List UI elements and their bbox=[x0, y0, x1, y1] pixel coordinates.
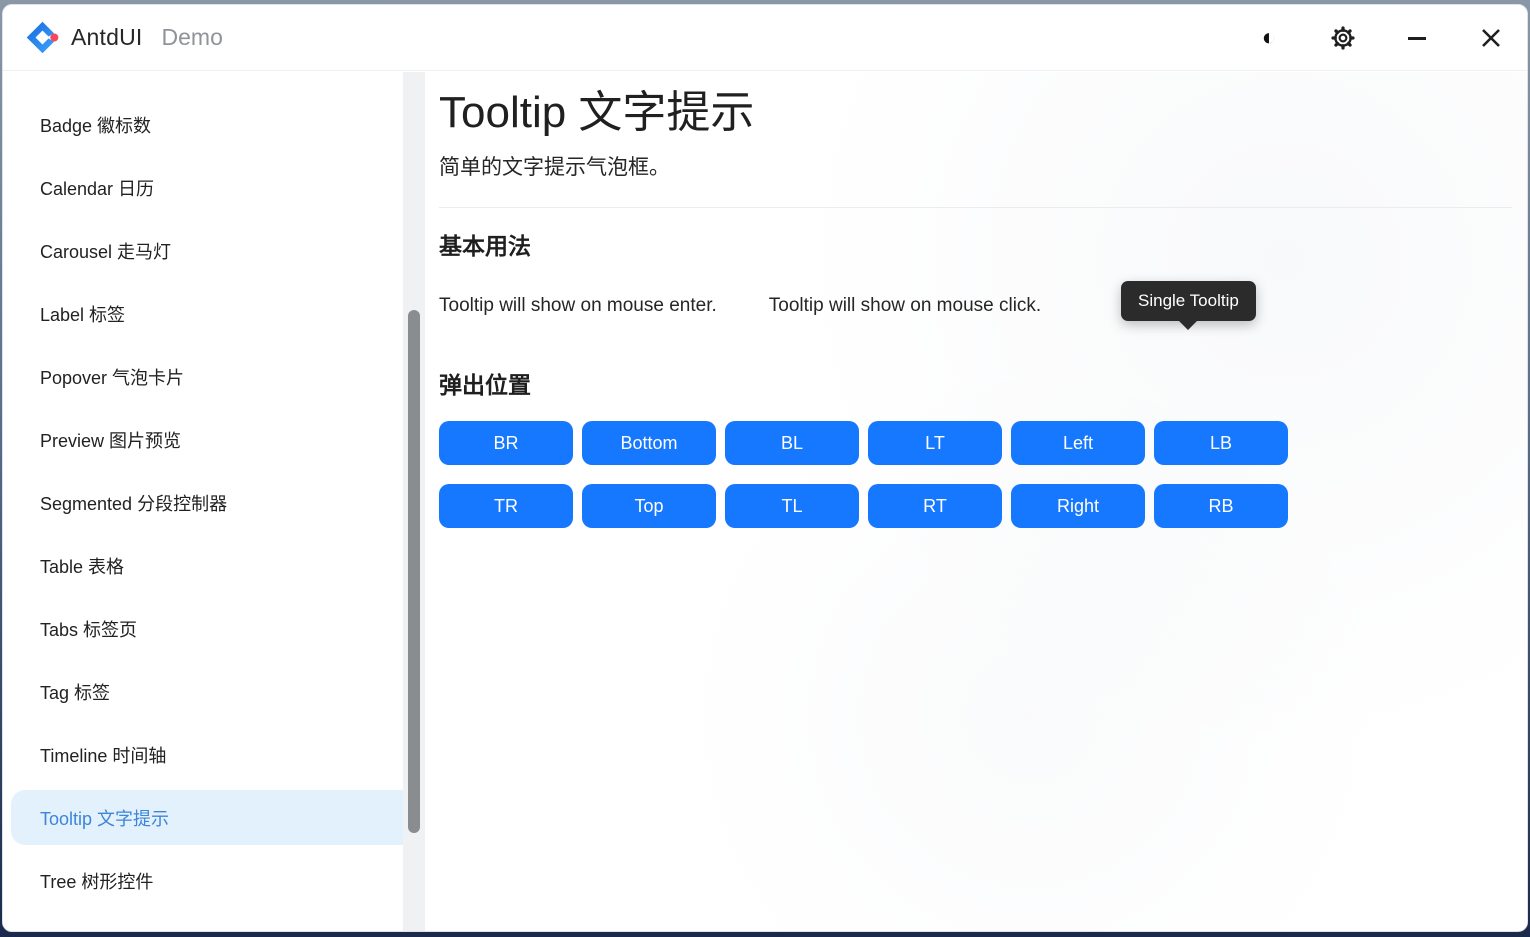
divider bbox=[439, 207, 1512, 208]
placement-button-tl[interactable]: TL bbox=[725, 484, 859, 528]
placement-row-2: TR Top TL RT Right RB bbox=[439, 484, 1512, 528]
close-button[interactable] bbox=[1474, 21, 1508, 55]
sidebar-item-tree[interactable]: Tree 树形控件 bbox=[3, 849, 403, 912]
sidebar-item-calendar[interactable]: Calendar 日历 bbox=[3, 156, 403, 219]
sidebar-item-table[interactable]: Table 表格 bbox=[3, 534, 403, 597]
basic-demo-row: Tooltip will show on mouse enter. Toolti… bbox=[439, 295, 1512, 317]
placement-button-rt[interactable]: RT bbox=[868, 484, 1002, 528]
sidebar-item-label[interactable]: Label 标签 bbox=[3, 282, 403, 345]
sidebar-item-badge[interactable]: Badge 徽标数 bbox=[3, 93, 403, 156]
settings-button[interactable] bbox=[1326, 21, 1360, 55]
sidebar-item-label: Label 标签 bbox=[40, 301, 125, 327]
component-sidebar: Badge 徽标数 Calendar 日历 Carousel 走马灯 Label… bbox=[3, 72, 403, 931]
sidebar-item-tag[interactable]: Tag 标签 bbox=[3, 660, 403, 723]
placement-button-lb[interactable]: LB bbox=[1154, 421, 1288, 465]
sidebar-item-label: Preview 图片预览 bbox=[40, 427, 181, 453]
sidebar-item-label: Table 表格 bbox=[40, 553, 124, 579]
titlebar: AntdUI Demo ◐ bbox=[3, 5, 1527, 71]
gear-icon bbox=[1330, 25, 1356, 51]
sidebar-item-label: Tree 树形控件 bbox=[40, 868, 153, 894]
placement-button-left[interactable]: Left bbox=[1011, 421, 1145, 465]
placement-button-br[interactable]: BR bbox=[439, 421, 573, 465]
sidebar-item-carousel[interactable]: Carousel 走马灯 bbox=[3, 219, 403, 282]
placement-button-rb[interactable]: RB bbox=[1154, 484, 1288, 528]
placement-button-bl[interactable]: BL bbox=[725, 421, 859, 465]
placement-row-1: BR Bottom BL LT Left LB bbox=[439, 421, 1512, 465]
theme-toggle-button[interactable]: ◐ bbox=[1252, 21, 1286, 55]
sidebar-item-label: Popover 气泡卡片 bbox=[40, 364, 184, 390]
sidebar-item-label: Carousel 走马灯 bbox=[40, 238, 171, 264]
placement-button-top[interactable]: Top bbox=[582, 484, 716, 528]
sidebar-item-label: Badge 徽标数 bbox=[40, 112, 151, 138]
half-circle-theme-icon: ◐ bbox=[1262, 26, 1277, 50]
minimize-icon bbox=[1405, 26, 1429, 50]
close-icon bbox=[1479, 26, 1503, 50]
sidebar-item-popover[interactable]: Popover 气泡卡片 bbox=[3, 345, 403, 408]
main-content: Tooltip 文字提示 简单的文字提示气泡框。 基本用法 Tooltip wi… bbox=[425, 72, 1527, 931]
sidebar-scrollbar-thumb[interactable] bbox=[408, 310, 420, 833]
sidebar-item-label: Tabs 标签页 bbox=[40, 616, 137, 642]
sidebar-item-label: Timeline 时间轴 bbox=[40, 742, 166, 768]
page-title: Tooltip 文字提示 bbox=[439, 88, 1512, 137]
window-controls: ◐ bbox=[1252, 21, 1508, 55]
sidebar-item-timeline[interactable]: Timeline 时间轴 bbox=[3, 723, 403, 786]
sidebar-item-label: Tooltip 文字提示 bbox=[40, 805, 169, 831]
page-subtitle: 简单的文字提示气泡框。 bbox=[439, 151, 1512, 181]
app-title: AntdUI bbox=[71, 24, 143, 51]
app-window: AntdUI Demo ◐ bbox=[2, 4, 1528, 932]
app-brand: AntdUI Demo bbox=[25, 20, 223, 55]
app-subtitle: Demo bbox=[162, 24, 223, 51]
sidebar-item-tooltip[interactable]: Tooltip 文字提示 bbox=[3, 786, 403, 849]
sidebar-item-tabs[interactable]: Tabs 标签页 bbox=[3, 597, 403, 660]
placement-button-bottom[interactable]: Bottom bbox=[582, 421, 716, 465]
sidebar-item-label: Calendar 日历 bbox=[40, 175, 154, 201]
antdui-logo-icon bbox=[25, 20, 60, 55]
single-tooltip-popup: Single Tooltip bbox=[1121, 281, 1256, 321]
sidebar-item-label: Segmented 分段控制器 bbox=[40, 490, 227, 516]
section-heading-placement: 弹出位置 bbox=[439, 366, 1512, 400]
tooltip-click-target[interactable]: Tooltip will show on mouse click. bbox=[769, 295, 1041, 317]
sidebar-item-segmented[interactable]: Segmented 分段控制器 bbox=[3, 471, 403, 534]
placement-buttons: BR Bottom BL LT Left LB TR Top TL RT Rig… bbox=[439, 421, 1512, 528]
sidebar-scrollbar-track[interactable] bbox=[403, 72, 425, 931]
tooltip-hover-target[interactable]: Tooltip will show on mouse enter. bbox=[439, 295, 717, 317]
placement-button-right[interactable]: Right bbox=[1011, 484, 1145, 528]
placement-button-tr[interactable]: TR bbox=[439, 484, 573, 528]
sidebar-item-label: Tag 标签 bbox=[40, 679, 110, 705]
sidebar-item-preview[interactable]: Preview 图片预览 bbox=[3, 408, 403, 471]
section-heading-basic: 基本用法 bbox=[439, 227, 1512, 261]
placement-button-lt[interactable]: LT bbox=[868, 421, 1002, 465]
minimize-button[interactable] bbox=[1400, 21, 1434, 55]
